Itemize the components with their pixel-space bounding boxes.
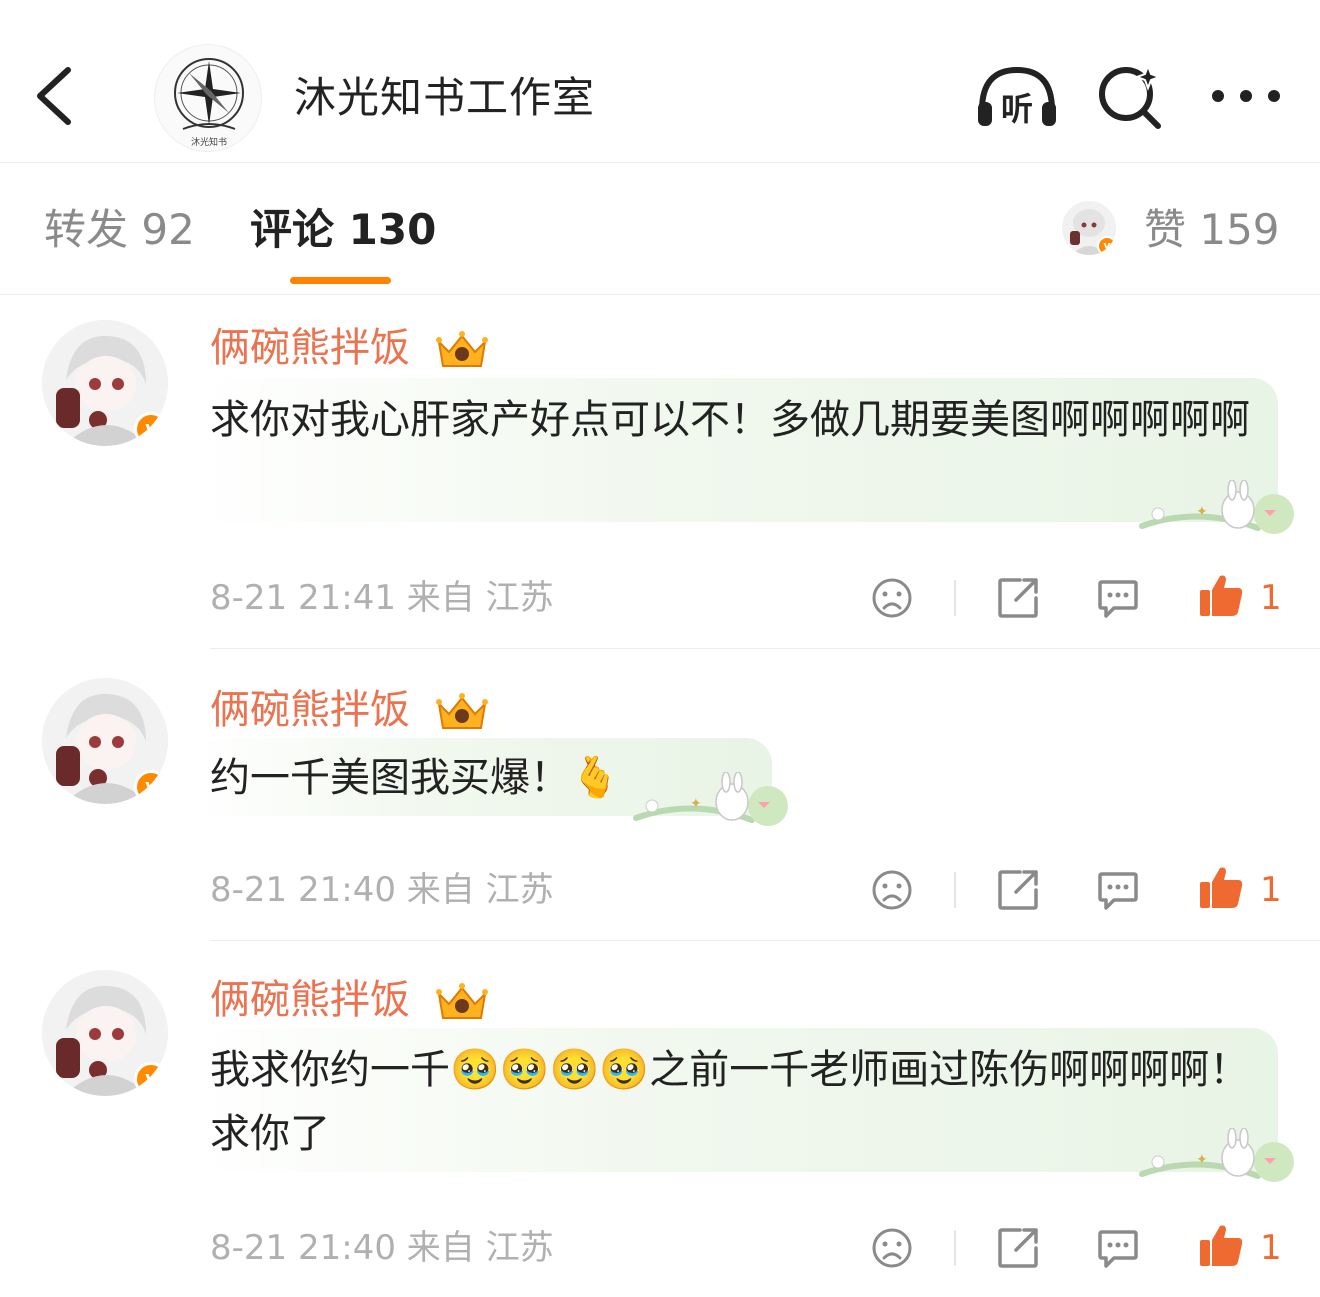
crown-badge-icon: [435, 331, 488, 367]
comment-text-body: 约一千美图我买爆！: [210, 755, 570, 801]
reply-button[interactable]: [1096, 868, 1140, 912]
comment-avatar[interactable]: v: [42, 970, 168, 1096]
comment-author[interactable]: 俩碗熊拌饭: [210, 974, 491, 1026]
search-icon: [1099, 63, 1162, 129]
page-avatar[interactable]: 沐光知书: [154, 44, 262, 152]
like-count: 1: [1260, 1228, 1282, 1268]
bunny-sticker-icon: ✦: [633, 772, 788, 826]
thumbs-up-icon[interactable]: [1198, 1222, 1244, 1268]
reply-button[interactable]: [1096, 1226, 1140, 1270]
thumbs-up-icon[interactable]: [1198, 572, 1244, 618]
comment-time: 8-21 21:40: [210, 870, 396, 910]
chevron-left-icon: [37, 67, 71, 125]
comment-meta: 8-21 21:41 来自 江苏: [210, 576, 554, 620]
comment-location: 来自 江苏: [406, 870, 554, 910]
dislike-button[interactable]: [870, 576, 914, 620]
verified-v-badge: v: [134, 412, 168, 446]
like-count: 1: [1260, 870, 1282, 910]
page-title: 沐光知书工作室: [294, 73, 596, 122]
comment-meta: 8-21 21:40 来自 江苏: [210, 1226, 554, 1270]
crown-badge-icon: [435, 693, 488, 729]
compass-logo-icon: 沐光知书: [174, 58, 244, 148]
svg-text:✦: ✦: [690, 796, 702, 812]
tab-bar: 转发 92 评论 130 v 赞 159: [0, 163, 1320, 295]
top-bar: 沐光知书 沐光知书工作室 听: [0, 0, 1320, 163]
comment-time: 8-21 21:40: [210, 1228, 396, 1268]
tab-repost[interactable]: 转发 92: [44, 203, 195, 257]
listen-label: 听: [1001, 90, 1033, 128]
action-divider: [954, 580, 956, 616]
like-count: 1: [1260, 578, 1282, 618]
comment-author-name: 俩碗熊拌饭: [210, 325, 410, 371]
more-dots-icon: [1212, 90, 1280, 102]
action-divider: [954, 872, 956, 908]
dislike-button[interactable]: [870, 1226, 914, 1270]
more-button[interactable]: [1206, 70, 1286, 122]
like-user-avatar: v: [1062, 201, 1116, 255]
comment-location: 来自 江苏: [406, 1228, 554, 1268]
share-button[interactable]: [996, 1226, 1040, 1270]
listen-button[interactable]: 听: [972, 58, 1062, 138]
verified-v-badge: v: [1097, 236, 1116, 255]
share-button[interactable]: [996, 868, 1040, 912]
verified-v-badge: v: [134, 770, 168, 804]
comment-time: 8-21 21:41: [210, 578, 396, 618]
comment-location: 来自 江苏: [406, 578, 554, 618]
share-button[interactable]: [996, 576, 1040, 620]
back-button[interactable]: [28, 60, 88, 132]
avatar-caption: 沐光知书: [191, 136, 227, 148]
comment-author-name: 俩碗熊拌饭: [210, 977, 410, 1023]
comment-author-name: 俩碗熊拌饭: [210, 687, 410, 733]
verified-v-badge: v: [134, 1062, 168, 1096]
reply-button[interactable]: [1096, 576, 1140, 620]
search-button[interactable]: [1094, 60, 1166, 132]
comment-item: v 俩碗熊拌饭 我求你约一千🥹🥹🥹🥹之前一千老师画过陈伤啊啊啊啊！求你了 ✦ 8…: [0, 940, 1320, 1297]
comment-author[interactable]: 俩碗熊拌饭: [210, 322, 491, 374]
svg-text:✦: ✦: [1196, 1152, 1208, 1168]
tab-comment[interactable]: 评论 130: [250, 203, 436, 257]
svg-text:✦: ✦: [1196, 504, 1208, 520]
tab-like[interactable]: 赞 159: [1144, 203, 1280, 257]
thumbs-up-icon[interactable]: [1198, 864, 1244, 910]
comment-meta: 8-21 21:40 来自 江苏: [210, 868, 554, 912]
comment-item: v 俩碗熊拌饭 求你对我心肝家产好点可以不！多做几期要美图啊啊啊啊啊 ✦ 8-2…: [0, 296, 1320, 649]
bunny-sticker-icon: ✦: [1139, 480, 1294, 534]
comment-author[interactable]: 俩碗熊拌饭: [210, 684, 491, 736]
comment-text: 求你对我心肝家产好点可以不！多做几期要美图啊啊啊啊啊: [210, 397, 1250, 443]
comment-item: v 俩碗熊拌饭 约一千美图我买爆！🫰 ✦ 8-21 21:40 来自 江苏 1: [0, 648, 1320, 941]
comment-text: 我求你约一千🥹🥹🥹🥹之前一千老师画过陈伤啊啊啊啊！求你了: [210, 1038, 1250, 1166]
headphones-icon: 听: [978, 66, 1056, 128]
dislike-button[interactable]: [870, 868, 914, 912]
finger-heart-emoji: 🫰: [570, 755, 620, 801]
active-tab-indicator: [290, 277, 391, 284]
comment-avatar[interactable]: v: [42, 678, 168, 804]
action-divider: [954, 1230, 956, 1266]
comment-text-before: 我求你约一千: [210, 1047, 450, 1093]
crying-emoji-group: 🥹🥹🥹🥹: [450, 1047, 650, 1093]
comment-avatar[interactable]: v: [42, 320, 168, 446]
bunny-sticker-icon: ✦: [1139, 1128, 1294, 1182]
crown-badge-icon: [435, 983, 488, 1019]
